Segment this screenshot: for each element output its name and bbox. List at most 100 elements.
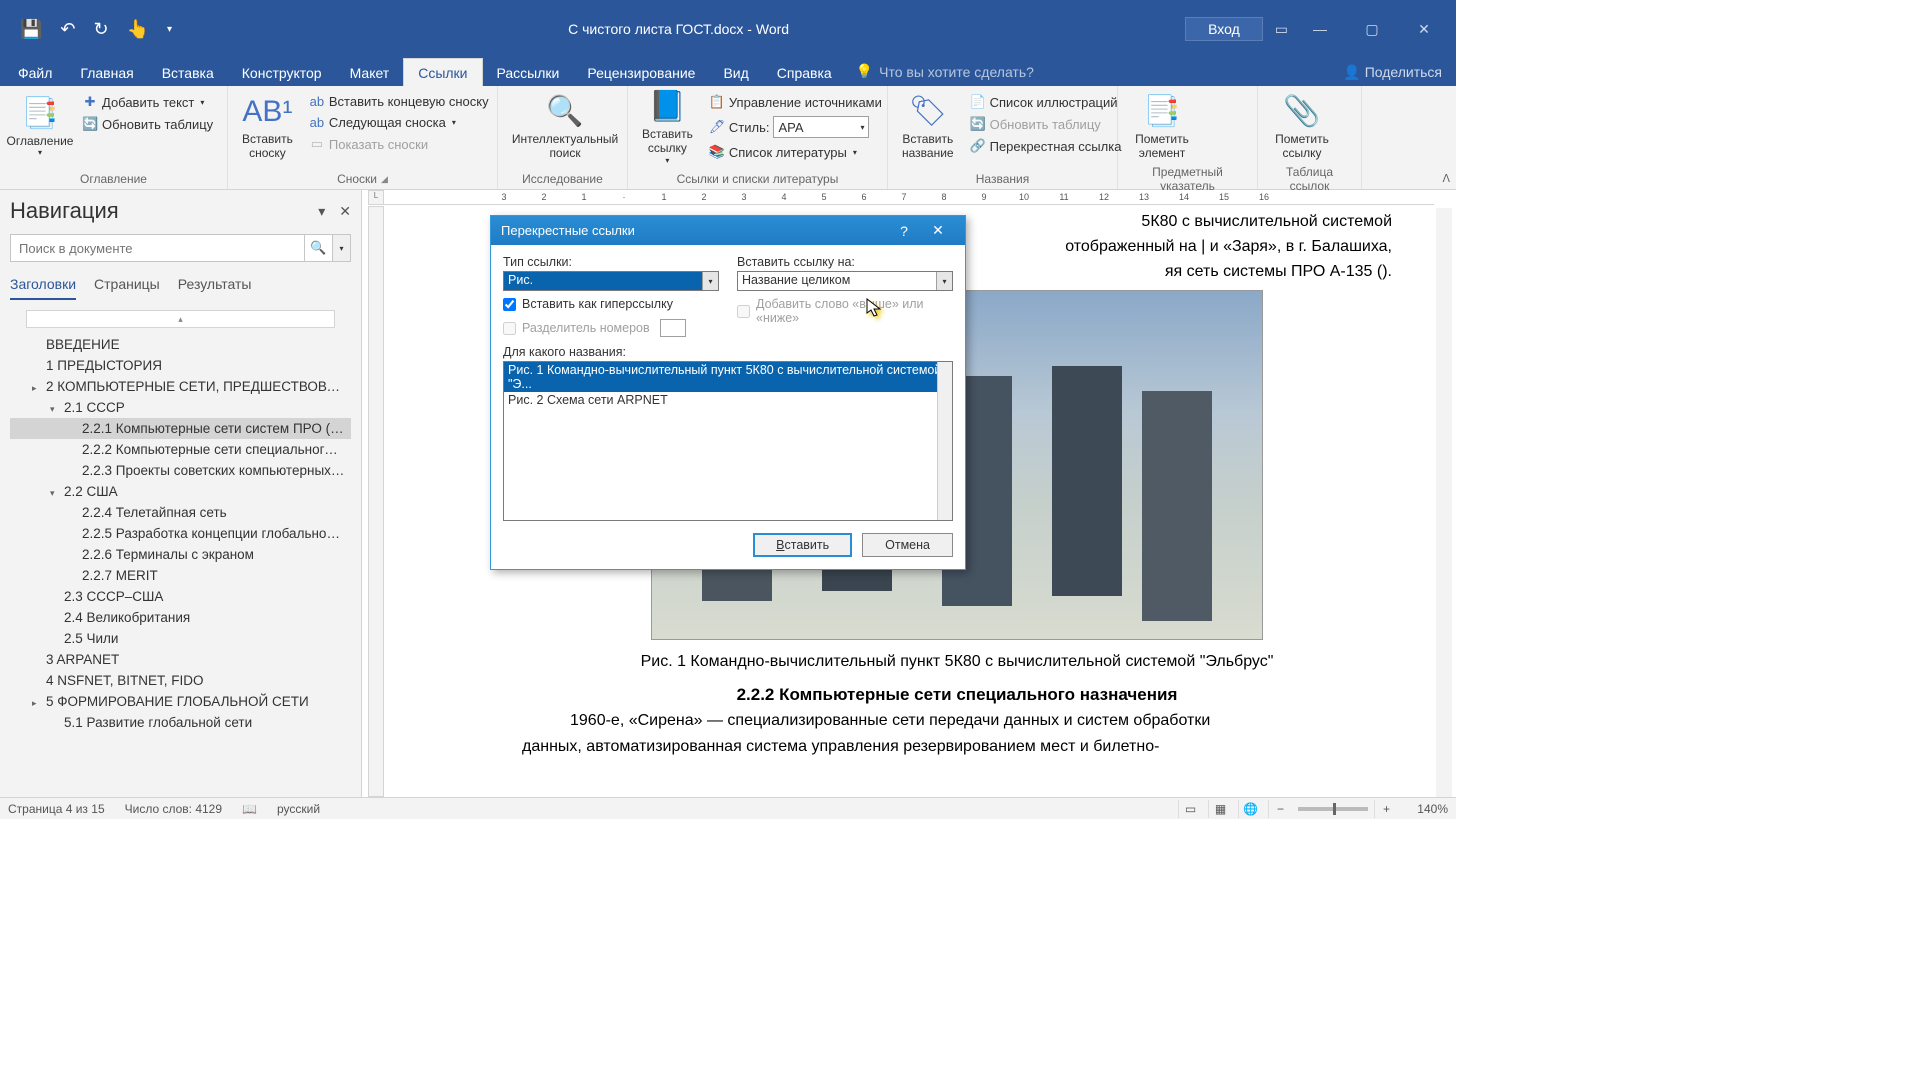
- tab-view[interactable]: Вид: [709, 59, 762, 86]
- redo-icon[interactable]: ↻: [94, 19, 109, 40]
- nav-dropdown-icon[interactable]: ▾: [318, 203, 325, 220]
- dialog-help-button[interactable]: ?: [887, 223, 921, 239]
- status-words[interactable]: Число слов: 4129: [125, 802, 222, 816]
- nav-heading-item[interactable]: 2.5 Чили: [10, 628, 351, 649]
- ribbon-display-icon[interactable]: ▭: [1275, 21, 1288, 38]
- zoom-in-button[interactable]: +: [1374, 800, 1398, 818]
- zoom-level[interactable]: 140%: [1404, 802, 1448, 816]
- close-button[interactable]: ✕: [1404, 21, 1444, 38]
- zoom-out-button[interactable]: −: [1268, 800, 1292, 818]
- toc-button[interactable]: 📑Оглавление▾: [8, 90, 72, 164]
- nav-search-input[interactable]: [10, 234, 305, 262]
- vertical-ruler[interactable]: [368, 206, 384, 797]
- nav-heading-item[interactable]: 2.2.6 Терминалы с экраном: [10, 544, 351, 565]
- nav-heading-item[interactable]: ▸5 ФОРМИРОВАНИЕ ГЛОБАЛЬНОЙ СЕТИ: [10, 691, 351, 712]
- tree-toggle-icon[interactable]: ▸: [32, 383, 37, 394]
- save-icon[interactable]: 💾: [20, 19, 42, 40]
- tab-file[interactable]: Файл: [4, 59, 66, 86]
- status-page[interactable]: Страница 4 из 15: [8, 802, 105, 816]
- nav-heading-item[interactable]: 5.1 Развитие глобальной сети: [10, 712, 351, 733]
- nav-heading-item[interactable]: 2.3 СССР–США: [10, 586, 351, 607]
- insert-button[interactable]: Вставить: [753, 533, 852, 557]
- smart-lookup-button[interactable]: 🔍Интеллектуальный поиск: [506, 90, 624, 164]
- print-layout-button[interactable]: ▦: [1208, 800, 1232, 818]
- tree-toggle-icon[interactable]: ▸: [32, 698, 37, 709]
- nav-heading-item[interactable]: 2.2.5 Разработка концепции глобальной се…: [10, 523, 351, 544]
- nav-heading-item[interactable]: 2.4 Великобритания: [10, 607, 351, 628]
- nav-heading-item[interactable]: 2.2.2 Компьютерные сети специального на.…: [10, 439, 351, 460]
- nav-heading-item[interactable]: 1 ПРЕДЫСТОРИЯ: [10, 355, 351, 376]
- nav-heading-item[interactable]: ВВЕДЕНИЕ: [10, 334, 351, 355]
- nav-heading-item[interactable]: ▾2.1 СССР: [10, 397, 351, 418]
- read-mode-button[interactable]: ▭: [1178, 800, 1202, 818]
- horizontal-ruler[interactable]: 321·12345678910111213141516: [384, 190, 1434, 205]
- tab-insert[interactable]: Вставка: [148, 59, 228, 86]
- nav-heading-item[interactable]: ▸2 КОМПЬЮТЕРНЫЕ СЕТИ, ПРЕДШЕСТВОВАВШИЕ..…: [10, 376, 351, 397]
- search-icon: 🔍: [546, 94, 583, 130]
- caption-listbox[interactable]: Рис. 1 Командно-вычислительный пункт 5К8…: [503, 361, 953, 521]
- nav-heading-item[interactable]: 2.2.4 Телетайпная сеть: [10, 502, 351, 523]
- web-layout-button[interactable]: 🌐: [1238, 800, 1262, 818]
- mark-index-entry-button[interactable]: 📑Пометить элемент: [1126, 90, 1198, 164]
- tree-toggle-icon[interactable]: ▾: [50, 488, 55, 499]
- insert-caption-button[interactable]: 🏷Вставить название: [896, 90, 960, 164]
- ruler-corner[interactable]: L: [368, 190, 384, 205]
- signin-button[interactable]: Вход: [1185, 17, 1263, 41]
- nav-tab-pages[interactable]: Страницы: [94, 276, 160, 300]
- tab-design[interactable]: Конструктор: [228, 59, 336, 86]
- table-of-figures-button[interactable]: 📄Список иллюстраций: [966, 92, 1126, 112]
- footnotes-dialog-launcher[interactable]: ◢: [381, 174, 388, 185]
- list-item[interactable]: Рис. 2 Схема сети ARPNET: [504, 392, 952, 408]
- tree-toggle-icon[interactable]: ▾: [50, 404, 55, 415]
- insert-citation-button[interactable]: 📘Вставить ссылку▾: [636, 90, 699, 164]
- status-language[interactable]: русский: [277, 802, 320, 816]
- minimize-button[interactable]: —: [1300, 21, 1340, 37]
- ref-type-combo[interactable]: Рис. ▾: [503, 271, 719, 291]
- nav-title: Навигация: [10, 198, 119, 224]
- maximize-button[interactable]: ▢: [1352, 21, 1392, 38]
- nav-tab-headings[interactable]: Заголовки: [10, 276, 76, 300]
- tab-help[interactable]: Справка: [763, 59, 846, 86]
- bibliography-button[interactable]: 📚Список литературы▾: [705, 142, 886, 162]
- share-button[interactable]: 👤 Поделиться: [1329, 58, 1456, 86]
- touch-mode-icon[interactable]: 👆: [127, 19, 149, 40]
- nav-close-icon[interactable]: ✕: [339, 203, 351, 220]
- tab-home[interactable]: Главная: [66, 59, 147, 86]
- add-text-button[interactable]: ✚Добавить текст▾: [78, 92, 217, 112]
- undo-icon[interactable]: ↶: [60, 19, 75, 40]
- vertical-scrollbar[interactable]: [1436, 208, 1452, 797]
- nav-heading-item[interactable]: 2.2.3 Проекты советских компьютерных се.…: [10, 460, 351, 481]
- next-footnote-button[interactable]: abСледующая сноска▾: [305, 113, 493, 132]
- cancel-button[interactable]: Отмена: [862, 533, 953, 557]
- nav-heading-item[interactable]: 3 ARPANET: [10, 649, 351, 670]
- nav-search-button[interactable]: 🔍: [305, 234, 333, 262]
- dialog-close-button[interactable]: ✕: [921, 222, 955, 239]
- nav-heading-item[interactable]: 2.2.1 Компьютерные сети систем ПРО (ПВО): [10, 418, 351, 439]
- update-toc-button[interactable]: 🔄Обновить таблицу: [78, 114, 217, 134]
- cross-reference-button[interactable]: 🔗Перекрестная ссылка: [966, 136, 1126, 156]
- listbox-scrollbar[interactable]: [937, 362, 952, 520]
- insert-as-hyperlink-checkbox[interactable]: Вставить как гиперссылку: [503, 297, 719, 311]
- nav-heading-item[interactable]: ▾2.2 США: [10, 481, 351, 502]
- insert-ref-to-combo[interactable]: Название целиком ▾: [737, 271, 953, 291]
- manage-sources-button[interactable]: 📋Управление источниками: [705, 92, 886, 112]
- nav-heading-item[interactable]: 4 NSFNET, BITNET, FIDO: [10, 670, 351, 691]
- insert-footnote-button[interactable]: AB¹Вставить сноску: [236, 90, 299, 164]
- tab-layout[interactable]: Макет: [336, 59, 404, 86]
- tab-review[interactable]: Рецензирование: [573, 59, 709, 86]
- tab-mailings[interactable]: Рассылки: [483, 59, 574, 86]
- list-item[interactable]: Рис. 1 Командно-вычислительный пункт 5К8…: [504, 362, 952, 392]
- proofing-icon[interactable]: 📖: [242, 802, 257, 816]
- nav-tab-results[interactable]: Результаты: [178, 276, 252, 300]
- tab-references[interactable]: Ссылки: [403, 58, 482, 86]
- nav-heading-item[interactable]: 2.2.7 MERIT: [10, 565, 351, 586]
- dialog-titlebar[interactable]: Перекрестные ссылки ? ✕: [491, 216, 965, 245]
- citation-style-select[interactable]: 🖊Стиль:APA▾: [705, 114, 886, 140]
- collapse-ribbon-icon[interactable]: ᐱ: [1442, 172, 1450, 185]
- zoom-slider[interactable]: [1298, 807, 1368, 811]
- insert-endnote-button[interactable]: abВставить концевую сноску: [305, 92, 493, 111]
- nav-search-dropdown[interactable]: ▾: [333, 234, 351, 262]
- tell-me[interactable]: 💡Что вы хотите сделать?: [846, 57, 1044, 86]
- nav-scroll-top[interactable]: ▴: [26, 310, 335, 328]
- mark-citation-button[interactable]: 📎Пометить ссылку: [1266, 90, 1338, 164]
